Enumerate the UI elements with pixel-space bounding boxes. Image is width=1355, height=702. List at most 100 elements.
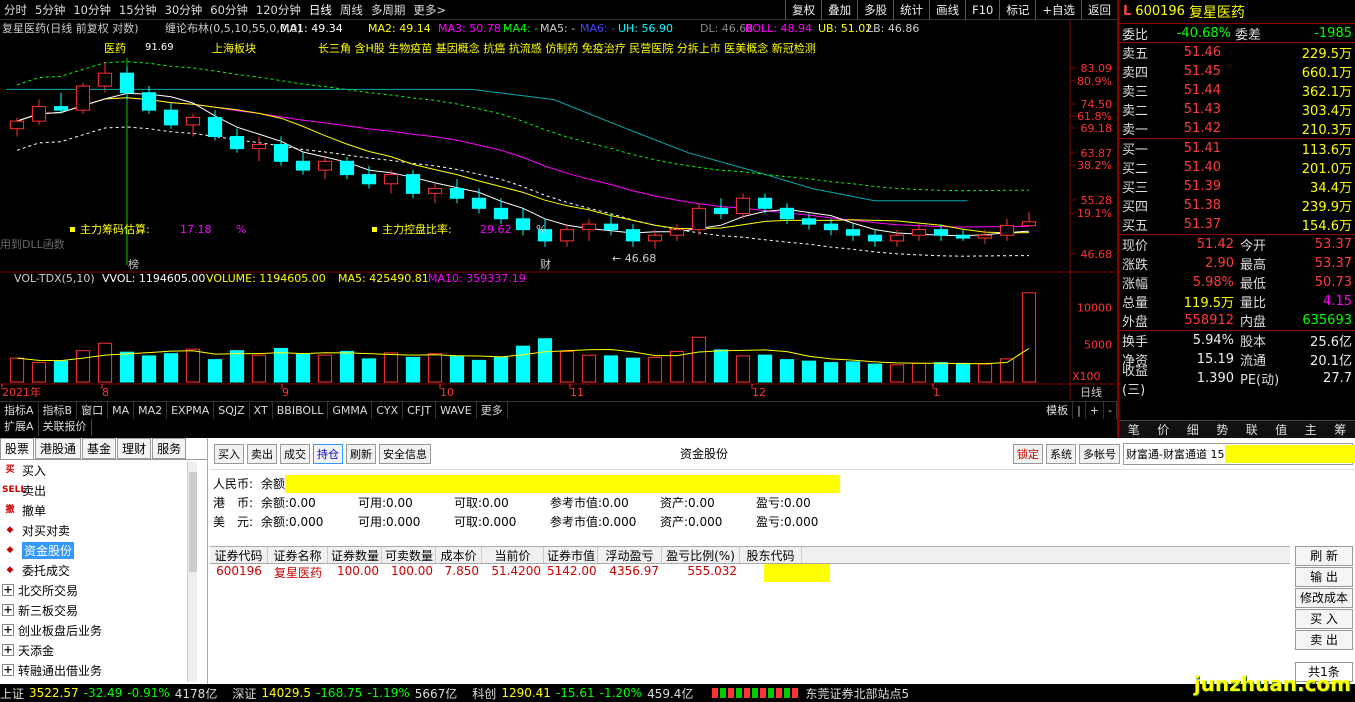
table-row[interactable]: 600196 复星医药 100.00 100.00 7.850 51.4200 5142.0… [210, 564, 1290, 582]
holding-btn-3[interactable]: 买 入 [1295, 609, 1353, 629]
nav-item-5[interactable]: ◆ 委托成交 [2, 560, 207, 580]
nav-scrollbar[interactable] [187, 462, 197, 682]
col-2[interactable]: 证券数量 [328, 547, 382, 563]
quote-tab-7[interactable]: 筹 [1326, 421, 1355, 438]
quote-tab-0[interactable]: 笔 [1119, 421, 1149, 438]
tool-3[interactable]: 统计 [893, 0, 929, 20]
col-0[interactable]: 证券代码 [210, 547, 268, 563]
kline-chart[interactable]: 复星医药(日线 前复权 对数) 缠论布林(0,5,10,55,0,0,0) MA1:… [0, 20, 1117, 400]
account-btn-1[interactable]: 系统 [1046, 443, 1076, 464]
quote-tab-1[interactable]: 价 [1149, 421, 1179, 438]
col-6[interactable]: 证券市值 [544, 547, 598, 563]
nav-item-icon: 撤 [5, 505, 15, 515]
tool-4[interactable]: 画线 [929, 0, 965, 20]
volume-bar [889, 364, 905, 383]
account-btn-2[interactable]: 多帐号 [1079, 443, 1120, 464]
nav-item-7[interactable]: + 新三板交易 [2, 600, 207, 620]
indicator-1[interactable]: 指标B [39, 402, 78, 419]
nav-tab-1[interactable]: 港股通 [35, 438, 82, 459]
trade-btn-2[interactable]: 成交 [280, 443, 310, 464]
indicator-6[interactable]: SQJZ [214, 402, 250, 419]
trade-btn-4[interactable]: 刷新 [346, 443, 376, 464]
template-ctrl-2[interactable]: + [1086, 402, 1105, 419]
period-5[interactable]: 60分钟 [206, 2, 252, 18]
indicator-12[interactable]: WAVE [436, 402, 477, 419]
indicator-13[interactable]: 更多 [477, 402, 508, 419]
col-3[interactable]: 可卖数量 [382, 547, 436, 563]
indicator-9[interactable]: GMMA [328, 402, 373, 419]
tool-1[interactable]: 叠加 [821, 0, 857, 20]
col-4[interactable]: 成本价 [436, 547, 482, 563]
template-ctrl-3[interactable]: - [1104, 402, 1117, 419]
col-9[interactable]: 股东代码 [740, 547, 802, 563]
period-0[interactable]: 分时 [0, 2, 31, 18]
tool-8[interactable]: 返回 [1081, 0, 1117, 20]
period-4[interactable]: 30分钟 [161, 2, 207, 18]
col-5[interactable]: 当前价 [482, 547, 544, 563]
holding-btn-1[interactable]: 输 出 [1295, 567, 1353, 587]
col-7[interactable]: 浮动盈亏 [598, 547, 662, 563]
period-3[interactable]: 15分钟 [115, 2, 161, 18]
period-7[interactable]: 日线 [305, 2, 336, 18]
trade-btn-3[interactable]: 持仓 [313, 443, 343, 464]
indicator-4[interactable]: MA2 [134, 402, 168, 419]
nav-scroll-thumb[interactable] [189, 472, 197, 572]
indicator-3[interactable]: MA [108, 402, 135, 419]
nav-item-0[interactable]: 买买入 [2, 460, 207, 480]
tool-6[interactable]: 标记 [999, 0, 1035, 20]
nav-item-4[interactable]: ◆ 资金股份 [2, 540, 207, 560]
trade-btn-0[interactable]: 买入 [214, 443, 244, 464]
indicator-5[interactable]: EXPMA [167, 402, 215, 419]
period-2[interactable]: 10分钟 [69, 2, 115, 18]
nav-item-8[interactable]: + 创业板盘后业务 [2, 620, 207, 640]
tool-7[interactable]: +自选 [1035, 0, 1081, 20]
quote-tab-5[interactable]: 值 [1267, 421, 1297, 438]
holding-btn-2[interactable]: 修改成本 [1295, 588, 1353, 608]
cny-label: 人民币: [213, 477, 254, 491]
template-ctrl-1[interactable]: | [1073, 402, 1086, 419]
account-btn-0[interactable]: 锁定 [1013, 443, 1043, 464]
holding-btn-0[interactable]: 刷 新 [1295, 546, 1353, 566]
quote-tab-3[interactable]: 势 [1208, 421, 1238, 438]
trade-btn-5[interactable]: 安全信息 [379, 443, 431, 464]
tool-5[interactable]: F10 [965, 0, 999, 20]
chip-label: 主力筹码估算: [80, 222, 150, 236]
nav-item-1[interactable]: SELL 卖出 [2, 480, 207, 500]
quote-tab-4[interactable]: 联 [1237, 421, 1267, 438]
indicator-11[interactable]: CFJT [403, 402, 437, 419]
period-8[interactable]: 周线 [336, 2, 367, 18]
volume-bar [933, 362, 949, 383]
col-8[interactable]: 盈亏比例(%) [662, 547, 740, 563]
nav-tab-0[interactable]: 股票 [0, 438, 35, 459]
nav-item-6[interactable]: + 北交所交易 [2, 580, 207, 600]
ext-tab-0[interactable]: 扩展A [0, 419, 39, 436]
col-1[interactable]: 证券名称 [268, 547, 328, 563]
quote-tab-2[interactable]: 细 [1178, 421, 1208, 438]
period-6[interactable]: 120分钟 [252, 2, 305, 18]
indicator-value: MA6: - [580, 22, 615, 35]
tool-2[interactable]: 多股 [857, 0, 893, 20]
indicator-7[interactable]: XT [250, 402, 273, 419]
nav-tab-3[interactable]: 理财 [117, 438, 152, 459]
broker-site[interactable]: 东莞证券北部站点5 [805, 685, 909, 702]
quote-value: 5.98% [1192, 275, 1234, 290]
indicator-8[interactable]: BBIBOLL [273, 402, 329, 419]
indicator-10[interactable]: CYX [372, 402, 404, 419]
period-10[interactable]: 更多> [409, 2, 450, 18]
period-9[interactable]: 多周期 [367, 2, 410, 18]
trade-btn-1[interactable]: 卖出 [247, 443, 277, 464]
period-1[interactable]: 5分钟 [31, 2, 69, 18]
holding-btn-4[interactable]: 卖 出 [1295, 630, 1353, 650]
indicator-0[interactable]: 指标A [0, 402, 39, 419]
tool-0[interactable]: 复权 [785, 0, 821, 20]
nav-item-9[interactable]: + 天添金 [2, 640, 207, 660]
nav-item-2[interactable]: 撤撤单 [2, 500, 207, 520]
ext-tab-1[interactable]: 关联报价 [39, 419, 92, 436]
quote-tab-6[interactable]: 主 [1296, 421, 1326, 438]
nav-item-3[interactable]: ◆ 对买对卖 [2, 520, 207, 540]
nav-item-10[interactable]: + 转融通出借业务 [2, 660, 207, 680]
nav-tab-4[interactable]: 服务 [152, 438, 187, 459]
nav-tab-2[interactable]: 基金 [82, 438, 117, 459]
indicator-2[interactable]: 窗口 [77, 402, 109, 419]
template-ctrl-0[interactable]: 模板 [1042, 402, 1074, 419]
